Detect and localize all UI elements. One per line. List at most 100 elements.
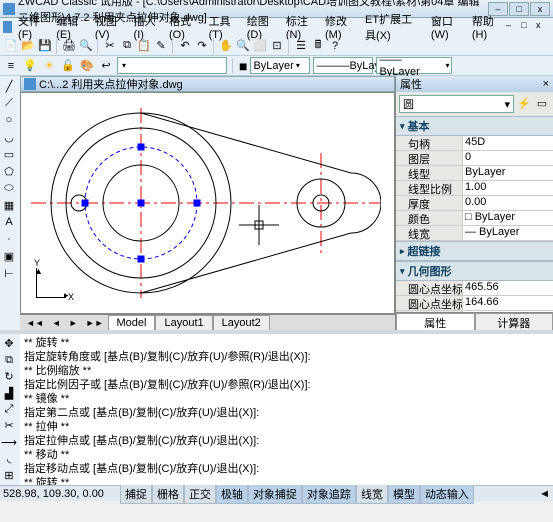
rect-icon[interactable]: ▭ — [1, 146, 17, 162]
otrack-toggle[interactable]: 对象追踪 — [302, 484, 356, 504]
layer-light-icon[interactable]: 💡 — [22, 58, 38, 74]
text-icon[interactable]: A — [1, 214, 17, 230]
preview-icon[interactable]: 🔍 — [78, 38, 94, 54]
redo-icon[interactable]: ↷ — [194, 38, 210, 54]
prop-row[interactable]: 线型比例1.00 — [396, 181, 553, 196]
print-icon[interactable]: 🖨 — [61, 38, 77, 54]
twisty-icon[interactable]: ▸ — [400, 246, 405, 257]
pan-icon[interactable]: ✋ — [218, 38, 234, 54]
color-combo[interactable]: ByLayer▾ — [250, 57, 310, 74]
circle-icon[interactable]: ○ — [1, 112, 17, 128]
zoom-extents-icon[interactable]: ⊡ — [269, 38, 285, 54]
dyn-toggle[interactable]: 动态输入 — [420, 484, 474, 504]
tab-nav-first[interactable]: ◄◄ — [22, 318, 48, 328]
zoom-window-icon[interactable]: ⬜ — [252, 38, 268, 54]
layer-mgr-icon[interactable]: ≡ — [3, 58, 19, 74]
command-window[interactable]: ✥ ⧉ ↻ ▟ ⤢ ✂ ⟶ ◟ ⊞ ** 旋转 **指定旋转角度或 [基点(B)… — [0, 330, 553, 485]
prop-value[interactable]: 0.00 — [462, 196, 553, 210]
mirror-icon[interactable]: ▟ — [1, 385, 17, 400]
prop-value[interactable]: — ByLayer — [462, 226, 553, 240]
array-icon[interactable]: ⊞ — [1, 468, 17, 483]
panel-close-icon[interactable]: × — [543, 78, 549, 90]
rotate-icon[interactable]: ↻ — [1, 369, 17, 384]
tab-calculator[interactable]: 计算器 — [475, 313, 553, 330]
select-objects-icon[interactable]: ▭ — [534, 95, 550, 111]
ellipse-icon[interactable]: ⬭ — [1, 180, 17, 196]
undo-icon[interactable]: ↶ — [177, 38, 193, 54]
polar-toggle[interactable]: 极轴 — [216, 484, 248, 504]
prop-value[interactable]: 1.00 — [462, 181, 553, 195]
menu-window[interactable]: 窗口(W) — [426, 12, 466, 42]
tab-layout1[interactable]: Layout1 — [155, 315, 212, 330]
prop-group[interactable]: ▸超链接 — [396, 241, 553, 261]
doc-maximize[interactable]: □ — [521, 20, 535, 34]
arc-icon[interactable]: ◡ — [1, 129, 17, 145]
ortho-toggle[interactable]: 正交 — [184, 484, 216, 504]
lineweight-combo[interactable]: —— ByLayer▾ — [376, 57, 452, 74]
dim-icon[interactable]: ⊢ — [1, 265, 17, 281]
osnap-toggle[interactable]: 对象捕捉 — [248, 484, 302, 504]
status-arrow-icon[interactable]: ◄ — [539, 488, 550, 500]
prop-value[interactable]: 0 — [462, 151, 553, 165]
grip-north[interactable] — [138, 144, 145, 151]
layer-prev-icon[interactable]: ↩ — [98, 58, 114, 74]
scale-icon[interactable]: ⤢ — [1, 402, 17, 417]
lweight-toggle[interactable]: 线宽 — [356, 484, 388, 504]
move-icon[interactable]: ✥ — [1, 336, 17, 351]
prop-row[interactable]: 厚度0.00 — [396, 196, 553, 211]
calc-icon[interactable]: 🖩 — [310, 38, 326, 54]
prop-value[interactable]: □ ByLayer — [462, 211, 553, 225]
match-icon[interactable]: ✎ — [153, 38, 169, 54]
model-toggle[interactable]: 模型 — [388, 484, 420, 504]
twisty-icon[interactable]: ▾ — [400, 121, 405, 132]
properties-icon[interactable]: ☰ — [293, 38, 309, 54]
prop-row[interactable]: 圆心点坐标 Y164.66 — [396, 296, 553, 311]
paste-icon[interactable]: 📋 — [136, 38, 152, 54]
grip-center[interactable] — [138, 200, 145, 207]
open-icon[interactable]: 📂 — [20, 38, 36, 54]
grid-toggle[interactable]: 栅格 — [152, 484, 184, 504]
twisty-icon[interactable]: ▾ — [400, 266, 405, 277]
maximize-button[interactable]: □ — [509, 2, 529, 16]
prop-value[interactable]: 45D — [462, 136, 553, 150]
drawing-canvas[interactable]: Y X ▲ ▸ — [20, 92, 395, 314]
close-button[interactable]: x — [530, 2, 550, 16]
menu-ettools[interactable]: ET扩展工具(X) — [360, 10, 425, 44]
tab-nav-prev[interactable]: ◄ — [48, 318, 65, 328]
grip-west[interactable] — [82, 200, 89, 207]
prop-row[interactable]: 句柄45D — [396, 136, 553, 151]
copy-icon[interactable]: ⧉ — [119, 38, 135, 54]
line-icon[interactable]: ╱ — [1, 78, 17, 94]
extend-icon[interactable]: ⟶ — [1, 435, 17, 450]
prop-row[interactable]: 圆心点坐标 X465.56 — [396, 281, 553, 296]
linetype-combo[interactable]: ——— ByLayer▾ — [313, 57, 373, 74]
grip-south[interactable] — [138, 256, 145, 263]
prop-row[interactable]: 图层0 — [396, 151, 553, 166]
fillet-icon[interactable]: ◟ — [1, 451, 17, 466]
prop-row[interactable]: 线型ByLayer — [396, 166, 553, 181]
prop-group[interactable]: ▾几何图形 — [396, 261, 553, 281]
trim-icon[interactable]: ✂ — [1, 418, 17, 433]
tab-layout2[interactable]: Layout2 — [213, 315, 270, 330]
tab-nav-last[interactable]: ►► — [82, 318, 108, 328]
prop-group[interactable]: ▾基本 — [396, 116, 553, 136]
polygon-icon[interactable]: ⬠ — [1, 163, 17, 179]
new-icon[interactable]: 📄 — [3, 38, 19, 54]
menu-help[interactable]: 帮助(H) — [467, 12, 505, 42]
layer-lock-icon[interactable]: 🔓 — [60, 58, 76, 74]
grip-east[interactable] — [194, 200, 201, 207]
point-icon[interactable]: · — [1, 231, 17, 247]
copy2-icon[interactable]: ⧉ — [1, 352, 17, 367]
tab-properties[interactable]: 属性 — [396, 313, 475, 330]
quick-select-icon[interactable]: ⚡ — [516, 95, 532, 111]
zoom-icon[interactable]: 🔍 — [235, 38, 251, 54]
snap-toggle[interactable]: 捕捉 — [120, 484, 152, 504]
doc-minimize[interactable]: – — [506, 20, 520, 34]
pline-icon[interactable]: ⟋ — [1, 95, 17, 111]
block-icon[interactable]: ▣ — [1, 248, 17, 264]
layer-color-icon[interactable]: 🎨 — [79, 58, 95, 74]
cut-icon[interactable]: ✂ — [102, 38, 118, 54]
help-icon[interactable]: ? — [327, 38, 343, 54]
layer-combo[interactable]: ▾ — [117, 57, 227, 74]
save-icon[interactable]: 💾 — [37, 38, 53, 54]
